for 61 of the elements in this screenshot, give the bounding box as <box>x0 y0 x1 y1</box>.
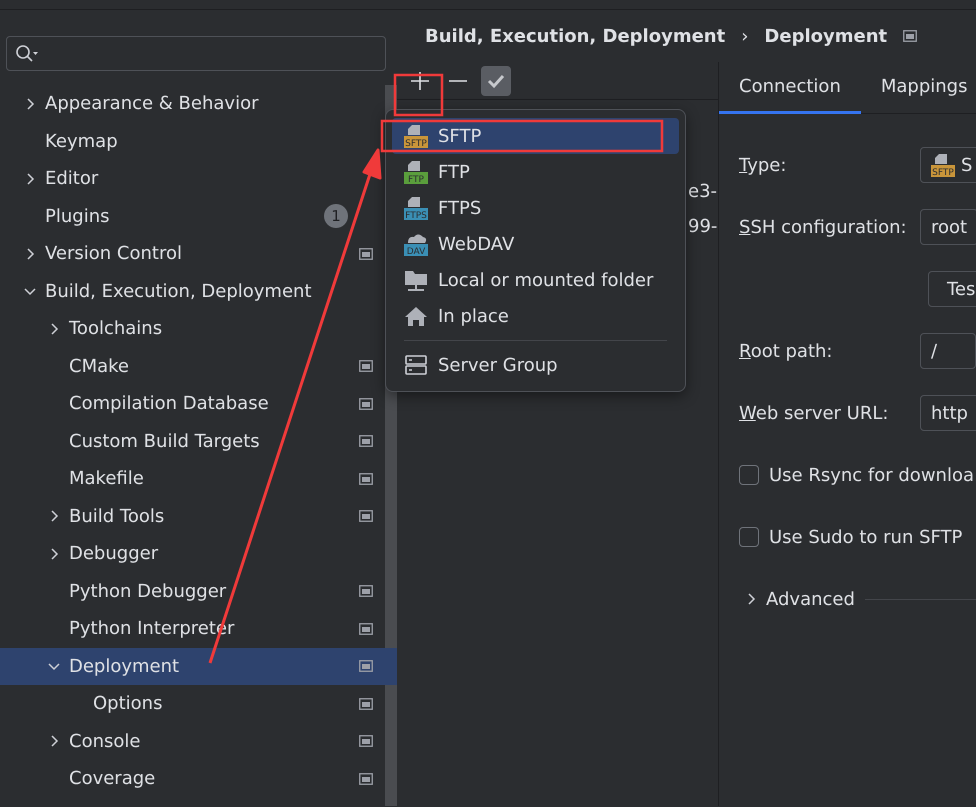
tree-item-label: Options <box>93 692 162 716</box>
tree-item[interactable]: Makefile <box>0 460 397 498</box>
tree-item-label: Python Debugger <box>69 580 226 604</box>
highlight-frame <box>394 74 444 116</box>
dropdown-field[interactable]: SFTP S <box>920 147 976 183</box>
tab[interactable]: Connection <box>719 62 861 114</box>
tree-item-label: Build, Execution, Deployment <box>45 280 312 304</box>
dropdown-field[interactable]: root <box>920 209 976 245</box>
tree-item[interactable]: Custom Build Targets <box>0 422 397 460</box>
tree-item[interactable]: Console <box>0 722 397 760</box>
tree-item-label: Coverage <box>69 767 156 792</box>
menu-item[interactable]: FTPS FTPS <box>392 190 679 226</box>
breadcrumb-separator: › <box>741 24 748 48</box>
tree-item[interactable]: Build Tools <box>0 498 397 535</box>
server-group-icon <box>404 352 428 378</box>
tree-item[interactable]: Python Debugger <box>0 572 397 610</box>
field-label: SSH configuration: <box>739 216 908 240</box>
tree-item-label: Console <box>69 730 140 754</box>
section-toggle[interactable]: Advanced <box>766 586 855 612</box>
tree-item-label: Build Tools <box>69 504 164 529</box>
tree-item-label: Editor <box>45 167 98 192</box>
tree-item[interactable]: Debugger <box>0 535 397 572</box>
input-field[interactable]: / <box>920 333 976 369</box>
tree-item-label: Deployment <box>69 654 180 679</box>
tree-item-label: Compilation Database <box>69 392 269 416</box>
menu-item[interactable]: DAV WebDAV <box>392 226 679 262</box>
tree-item-label: Makefile <box>69 467 144 492</box>
checkbox[interactable] <box>739 465 759 485</box>
menu-item[interactable]: FTP FTP <box>392 154 679 190</box>
minus-icon <box>449 80 467 82</box>
tree-item-label: Plugins <box>45 204 110 229</box>
tree-item-label: Version Control <box>45 242 182 266</box>
tree-item-label: Custom Build Targets <box>69 430 260 454</box>
tree-item-label: Keymap <box>45 130 118 154</box>
field-label: Web server URL: <box>739 402 890 426</box>
field-label: Type: <box>739 154 788 178</box>
tab[interactable]: Mappings <box>860 62 976 114</box>
checkbox-label: Use Rsync for downloa <box>769 464 974 488</box>
breadcrumb-parent[interactable]: Build, Execution, Deployment <box>425 22 726 50</box>
tree-item-label: Debugger <box>69 542 158 566</box>
menu-item[interactable]: Local or mounted folder <box>392 262 679 298</box>
tree-item-label: Toolchains <box>69 317 162 342</box>
tree-item-label: CMake <box>69 354 129 379</box>
tree-item[interactable]: Coverage <box>0 760 397 798</box>
tree-item[interactable]: Options <box>0 685 397 722</box>
breadcrumb-current: Deployment <box>764 24 888 48</box>
project-settings-icon <box>903 30 918 42</box>
checkbox-label: Use Sudo to run SFTP <box>769 526 962 550</box>
test-connection-button[interactable]: Tes <box>928 271 976 307</box>
tree-item[interactable]: Compilation Database <box>0 385 397 422</box>
menu-item[interactable]: In place <box>392 298 679 334</box>
search-field[interactable] <box>6 36 386 71</box>
input-field[interactable]: http <box>920 395 976 431</box>
update-count-badge: 1 <box>324 204 348 228</box>
plus-icon <box>409 70 431 92</box>
search-icon <box>15 44 39 64</box>
checkbox[interactable] <box>739 527 759 547</box>
menu-item[interactable]: Server Group <box>392 347 679 383</box>
tree-item[interactable]: Deployment <box>0 648 397 685</box>
field-label: Root path: <box>739 340 834 364</box>
tree-item-label: Appearance & Behavior <box>45 92 258 116</box>
